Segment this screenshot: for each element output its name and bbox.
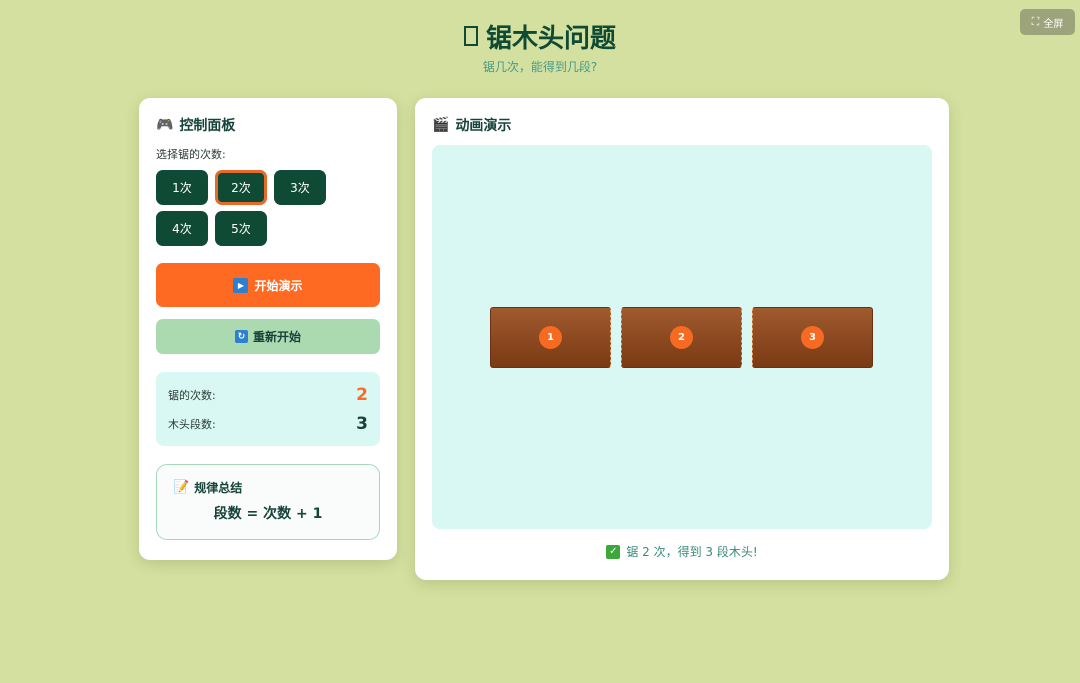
- result-message: ✓ 锯 2 次，得到 3 段木头!: [432, 543, 932, 560]
- refresh-icon: ↻: [234, 330, 248, 343]
- play-icon: ▶: [233, 277, 249, 293]
- rule-title: 📝 规律总结: [173, 479, 363, 496]
- page-subtitle: 锯几次，能得到几段?: [482, 60, 598, 74]
- animation-panel: 🎬 动画演示 1 2 3 ✓ 锯 2 次，得到 3 段木头!: [415, 98, 949, 580]
- pieces-label: 木头段数:: [168, 417, 216, 431]
- select-count-label: 选择锯的次数:: [156, 148, 226, 161]
- restart-button[interactable]: ↻ 重新开始: [156, 319, 380, 354]
- memo-icon: 📝: [173, 480, 190, 495]
- control-panel-title-text: 控制面板: [179, 118, 236, 134]
- control-panel: 🎮 控制面板 选择锯的次数: 1次 2次 3次 4次 5次 ▶ 开始演示 ↻ 重…: [139, 98, 397, 560]
- log-number-3: 3: [801, 326, 824, 349]
- rule-formula: 段数 = 次数 + 1: [213, 506, 323, 522]
- cuts-value: 2: [356, 384, 368, 405]
- log-piece-2: 2: [621, 307, 742, 368]
- control-panel-title: 🎮 控制面板: [156, 114, 380, 136]
- count-button-1[interactable]: 1次: [156, 170, 208, 205]
- animation-panel-title: 🎬 动画演示: [432, 114, 932, 136]
- clapperboard-icon: 🎬: [432, 117, 450, 133]
- count-options: 1次 2次 3次 4次 5次: [156, 170, 376, 246]
- animation-stage: 1 2 3: [432, 145, 932, 529]
- header: 锯木头问题 锯几次，能得到几段?: [0, 18, 1080, 75]
- page-title-text: 锯木头问题: [485, 23, 616, 54]
- log-number-1: 1: [539, 326, 562, 349]
- saw-icon: [463, 26, 478, 46]
- count-button-3[interactable]: 3次: [274, 170, 326, 205]
- pieces-stat: 木头段数: 3: [168, 409, 368, 438]
- rule-summary: 📝 规律总结 段数 = 次数 + 1: [156, 464, 380, 540]
- restart-label: 重新开始: [252, 330, 301, 344]
- cuts-stat: 锯的次数: 2: [168, 380, 368, 409]
- stats-box: 锯的次数: 2 木头段数: 3: [156, 372, 380, 446]
- log-number-2: 2: [670, 326, 693, 349]
- count-button-4[interactable]: 4次: [156, 211, 208, 246]
- log-piece-3: 3: [752, 307, 873, 368]
- animation-panel-title-text: 动画演示: [455, 118, 512, 134]
- pieces-value: 3: [356, 413, 368, 434]
- count-button-5[interactable]: 5次: [215, 211, 267, 246]
- rule-title-text: 规律总结: [194, 481, 243, 495]
- cuts-label: 锯的次数:: [168, 388, 216, 402]
- count-button-2[interactable]: 2次: [215, 170, 267, 205]
- result-text: 锯 2 次，得到 3 段木头!: [626, 545, 758, 559]
- check-icon: ✓: [606, 544, 621, 559]
- log-piece-1: 1: [490, 307, 611, 368]
- start-demo-label: 开始演示: [254, 278, 303, 293]
- start-demo-button[interactable]: ▶ 开始演示: [156, 263, 380, 307]
- page-title: 锯木头问题: [0, 18, 1080, 54]
- gamepad-icon: 🎮: [156, 117, 174, 133]
